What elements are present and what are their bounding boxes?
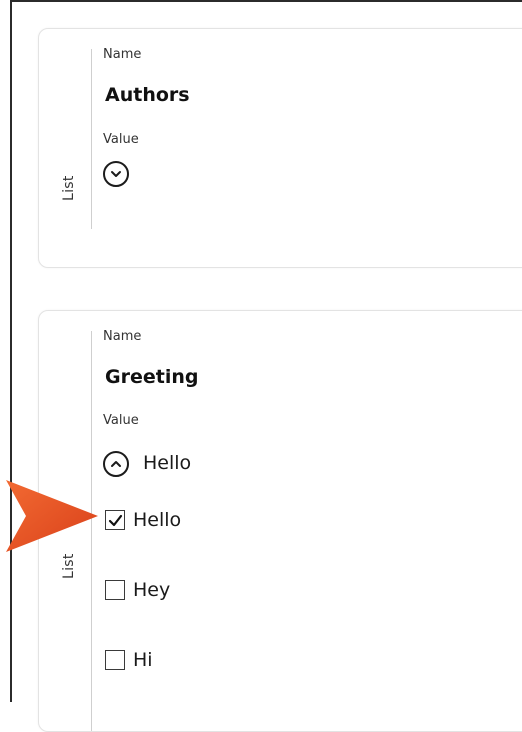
name-label: Name	[103, 47, 142, 62]
option-label: Hello	[133, 509, 182, 531]
checkbox-hi[interactable]	[105, 650, 125, 670]
expand-button[interactable]	[103, 161, 129, 187]
checkbox-hey[interactable]	[105, 580, 125, 600]
divider-line	[91, 49, 92, 229]
list-card-greeting: List Name Greeting Value Hello Hello Hey…	[38, 310, 522, 732]
option-hi[interactable]: Hi	[105, 648, 153, 672]
list-card-authors: List Name Authors Value	[38, 28, 522, 268]
window-border-top	[10, 0, 522, 2]
list-type-label: List	[61, 175, 77, 201]
pointer-arrow-icon	[6, 480, 98, 552]
value-label: Value	[103, 413, 139, 428]
value-label: Value	[103, 132, 139, 147]
list-type-label: List	[61, 553, 77, 579]
selected-value: Hello	[143, 452, 192, 474]
chevron-up-icon	[111, 461, 121, 467]
option-hello[interactable]: Hello	[105, 508, 181, 532]
chevron-down-icon	[111, 171, 121, 177]
option-label: Hi	[133, 649, 153, 671]
window-border-left	[10, 0, 12, 702]
name-label: Name	[103, 329, 142, 344]
option-hey[interactable]: Hey	[105, 578, 170, 602]
option-label: Hey	[133, 579, 171, 601]
arrow-shape	[6, 480, 98, 552]
name-value: Authors	[105, 84, 190, 106]
collapse-button[interactable]	[103, 451, 129, 477]
name-value: Greeting	[105, 366, 199, 388]
checkbox-hello[interactable]	[105, 510, 125, 530]
checkmark-icon	[108, 514, 122, 526]
